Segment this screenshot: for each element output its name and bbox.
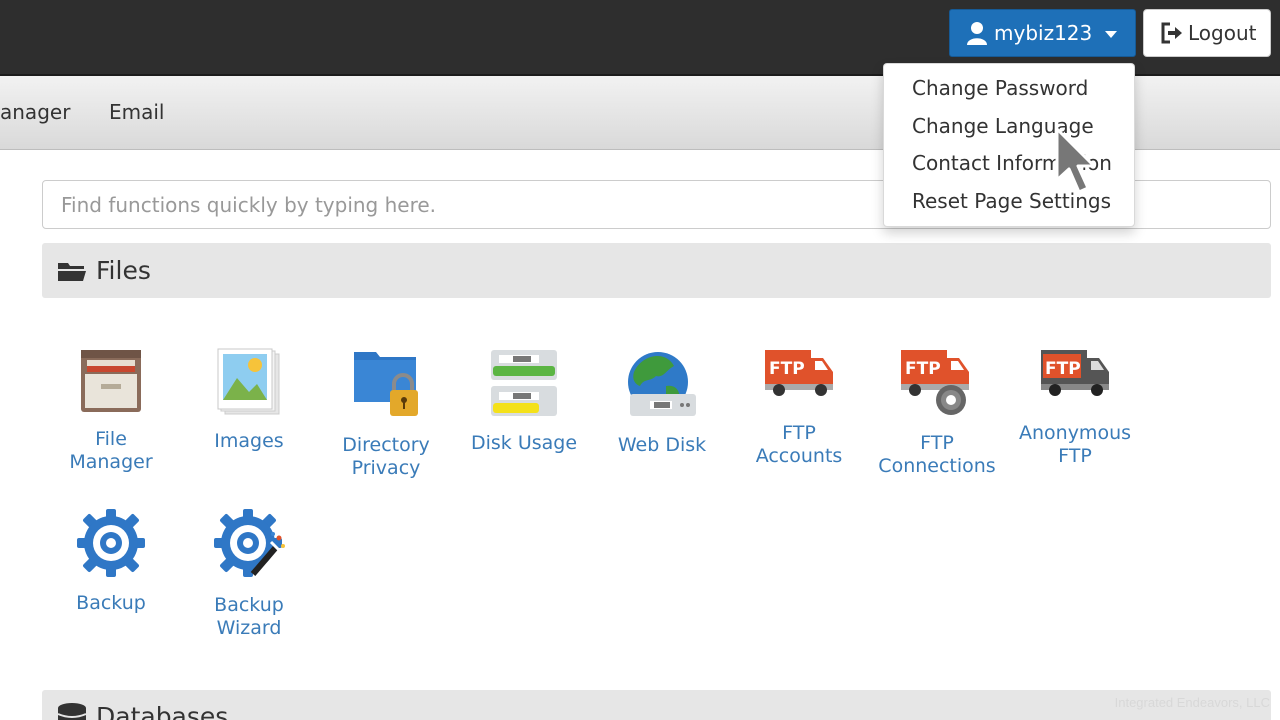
section-title: Databases	[96, 702, 229, 720]
ftp-truck-gear-icon: FTP	[901, 350, 969, 415]
tile-file-manager[interactable]: File Manager	[41, 348, 181, 474]
nav-item-file-manager[interactable]: anager	[0, 100, 70, 124]
tile-label: Images	[214, 430, 284, 452]
folder-icon	[56, 259, 88, 283]
user-menu-button[interactable]: mybiz123	[949, 9, 1136, 57]
folder-lock-icon	[354, 352, 418, 416]
tile-label: FTP Connections	[878, 432, 996, 477]
tile-anonymous-ftp[interactable]: FTP Anonymous FTP	[1005, 348, 1145, 468]
user-dropdown-menu: Change Password Change Language Contact …	[883, 63, 1135, 227]
database-icon	[56, 702, 88, 720]
nav-item-email[interactable]: Email	[109, 100, 165, 124]
tile-images[interactable]: Images	[179, 348, 319, 453]
logout-icon	[1160, 22, 1184, 44]
svg-text:FTP: FTP	[1045, 359, 1081, 379]
watermark: Integrated Endeavors, LLC	[1114, 695, 1270, 710]
menu-item-contact-information[interactable]: Contact Information	[884, 145, 1134, 183]
tile-label: File Manager	[69, 428, 153, 473]
chevron-down-icon	[1105, 31, 1117, 38]
tile-disk-usage[interactable]: Disk Usage	[454, 348, 594, 455]
images-icon	[217, 348, 280, 415]
menu-item-reset-page-settings[interactable]: Reset Page Settings	[884, 183, 1134, 221]
user-icon	[966, 21, 988, 45]
logout-button[interactable]: Logout	[1143, 9, 1271, 57]
backup-icon	[77, 509, 145, 577]
menu-item-change-language[interactable]: Change Language	[884, 108, 1134, 146]
tile-backup-wizard[interactable]: Backup Wizard	[179, 508, 319, 640]
disk-drive-icon	[491, 350, 557, 416]
menu-item-change-password[interactable]: Change Password	[884, 70, 1134, 108]
tile-web-disk[interactable]: Web Disk	[592, 348, 732, 457]
tile-label: Backup Wizard	[214, 594, 284, 639]
tile-backup[interactable]: Backup	[41, 508, 181, 615]
section-header-files[interactable]: Files	[42, 243, 1271, 298]
tile-label: FTP Accounts	[755, 422, 843, 467]
tile-label: Backup	[76, 592, 146, 614]
ftp-truck-dark-icon: FTP	[1041, 350, 1109, 396]
tile-label: Anonymous FTP	[1018, 422, 1132, 467]
globe-drive-icon	[628, 352, 696, 416]
logout-label: Logout	[1188, 21, 1257, 45]
svg-text:FTP: FTP	[769, 359, 805, 379]
section-header-databases[interactable]: Databases	[42, 690, 1271, 720]
ftp-truck-icon: FTP	[765, 350, 833, 396]
file-cabinet-icon	[81, 350, 141, 412]
tile-label: Web Disk	[617, 434, 707, 456]
tile-ftp-accounts[interactable]: FTP FTP Accounts	[729, 348, 869, 468]
section-title: Files	[96, 256, 151, 285]
backup-wizard-icon	[214, 509, 285, 577]
tile-directory-privacy[interactable]: Directory Privacy	[316, 348, 456, 480]
tile-label: Directory Privacy	[342, 434, 430, 479]
username-label: mybiz123	[994, 21, 1093, 45]
svg-text:FTP: FTP	[905, 359, 941, 379]
tile-label: Disk Usage	[470, 432, 578, 454]
tile-ftp-connections[interactable]: FTP FTP Connections	[867, 348, 1007, 478]
